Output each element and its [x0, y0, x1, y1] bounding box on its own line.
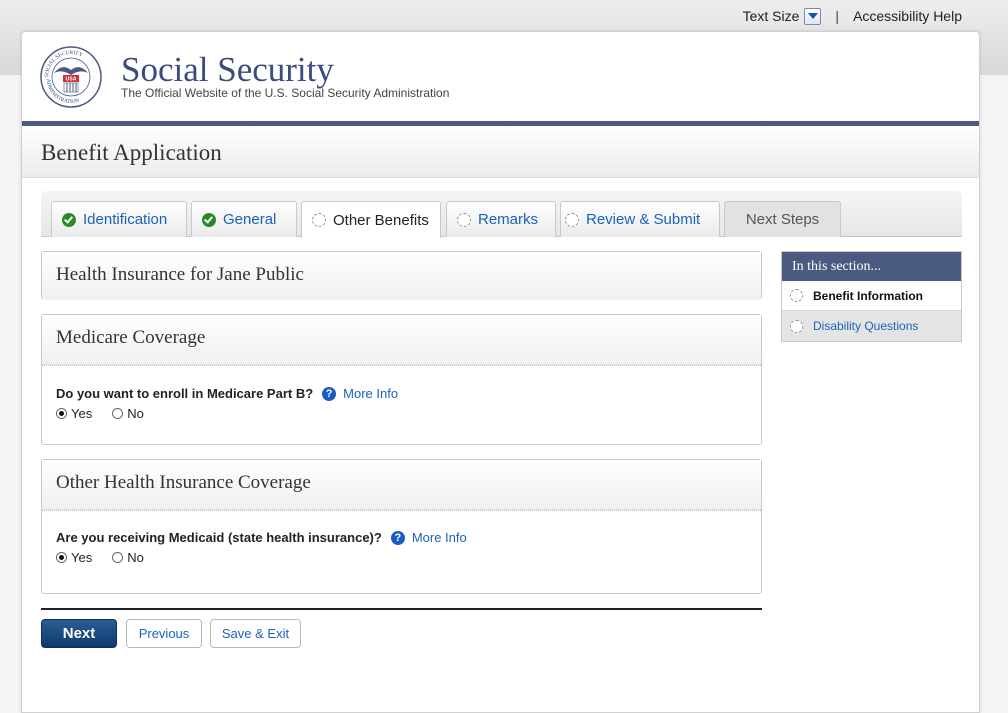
tab-bar: Identification General Other Benefits Re… — [41, 191, 962, 238]
radio-label: No — [127, 406, 144, 421]
tab-label: Other Benefits — [333, 211, 429, 229]
tab-label: Identification — [83, 211, 168, 228]
medicare-radio-group: Yes No — [56, 406, 747, 421]
text-size-control[interactable]: Text Size — [742, 7, 822, 25]
empty-circle-icon — [790, 289, 803, 302]
medicare-panel: Medicare Coverage Do you want to enroll … — [41, 314, 762, 445]
radio-icon[interactable] — [112, 408, 124, 419]
main-page: SOCIAL SECURITY ADMINISTRATION USA Socia… — [21, 31, 980, 713]
tab-next-steps: Next Steps — [724, 201, 841, 237]
medicare-heading: Medicare Coverage — [42, 315, 761, 365]
help-icon[interactable]: ? — [322, 386, 337, 401]
form-divider — [41, 608, 762, 610]
medicare-yes-option[interactable]: Yes — [56, 406, 92, 421]
tab-remarks[interactable]: Remarks — [446, 201, 556, 237]
previous-button[interactable]: Previous — [126, 619, 202, 648]
radio-label: No — [127, 550, 144, 565]
radio-label: Yes — [71, 550, 93, 565]
tab-other-benefits[interactable]: Other Benefits — [301, 201, 441, 238]
section-sidebar: In this section... Benefit Information D… — [781, 251, 962, 342]
dotted-divider — [42, 510, 761, 511]
insurance-title: Health Insurance for Jane Public — [42, 252, 761, 300]
question-text: Do you want to enroll in Medicare Part B… — [56, 386, 314, 401]
medicare-body: Do you want to enroll in Medicare Part B… — [42, 365, 761, 421]
sidebar-item-benefit-information[interactable]: Benefit Information — [782, 281, 961, 311]
other-insurance-panel: Other Health Insurance Coverage Are you … — [41, 459, 762, 594]
check-circle-icon — [62, 212, 76, 227]
tab-review-submit[interactable]: Review & Submit — [560, 201, 720, 237]
tab-identification[interactable]: Identification — [51, 201, 187, 237]
dotted-divider — [42, 365, 761, 366]
medicaid-no-option[interactable]: No — [112, 550, 144, 565]
seal-badge: USA — [66, 77, 77, 83]
text-size-label: Text Size — [742, 8, 800, 24]
empty-circle-icon — [312, 213, 326, 227]
save-exit-button[interactable]: Save & Exit — [210, 619, 301, 648]
insurance-title-panel: Health Insurance for Jane Public — [41, 251, 762, 300]
empty-circle-icon — [790, 319, 803, 333]
accessibility-help-link[interactable]: Accessibility Help — [853, 8, 962, 24]
sidebar-item-label: Disability Questions — [813, 319, 919, 333]
empty-circle-icon — [565, 212, 579, 227]
medicaid-yes-option[interactable]: Yes — [56, 550, 92, 565]
chevron-down-icon[interactable] — [804, 7, 822, 25]
medicaid-question: Are you receiving Medicaid (state health… — [56, 530, 747, 545]
tab-label: General — [223, 211, 277, 228]
site-header: SOCIAL SECURITY ADMINISTRATION USA Socia… — [22, 32, 979, 122]
tab-label: Remarks — [478, 211, 539, 228]
other-insurance-heading: Other Health Insurance Coverage — [42, 460, 761, 510]
more-info-link[interactable]: More Info — [343, 386, 398, 401]
tab-label: Review & Submit — [586, 211, 701, 228]
ssa-seal-icon[interactable]: SOCIAL SECURITY ADMINISTRATION USA — [40, 46, 102, 108]
medicaid-radio-group: Yes No — [56, 550, 747, 565]
more-info-link[interactable]: More Info — [412, 530, 467, 545]
sidebar-item-disability-questions[interactable]: Disability Questions — [782, 311, 961, 341]
other-insurance-body: Are you receiving Medicaid (state health… — [42, 510, 761, 565]
sidebar-heading: In this section... — [782, 252, 961, 281]
radio-icon[interactable] — [112, 552, 124, 563]
medicare-question: Do you want to enroll in Medicare Part B… — [56, 386, 747, 401]
help-icon[interactable]: ? — [390, 530, 405, 545]
tab-label: Next Steps — [745, 211, 820, 228]
site-title[interactable]: Social Security — [121, 50, 334, 90]
utility-bar: Text Size | Accessibility Help — [743, 6, 962, 26]
radio-icon[interactable] — [56, 552, 67, 563]
title-band: Benefit Application — [22, 126, 979, 178]
page-title: Benefit Application — [41, 140, 222, 165]
question-text: Are you receiving Medicaid (state health… — [56, 530, 382, 545]
utility-separator: | — [835, 8, 840, 24]
radio-label: Yes — [71, 406, 93, 421]
site-subtitle: The Official Website of the U.S. Social … — [121, 86, 450, 100]
radio-icon[interactable] — [56, 408, 67, 419]
sidebar-item-label: Benefit Information — [813, 288, 923, 303]
medicare-no-option[interactable]: No — [112, 406, 144, 421]
next-button[interactable]: Next — [41, 619, 117, 648]
empty-circle-icon — [457, 212, 471, 227]
check-circle-icon — [202, 212, 216, 227]
tab-general[interactable]: General — [191, 201, 297, 237]
